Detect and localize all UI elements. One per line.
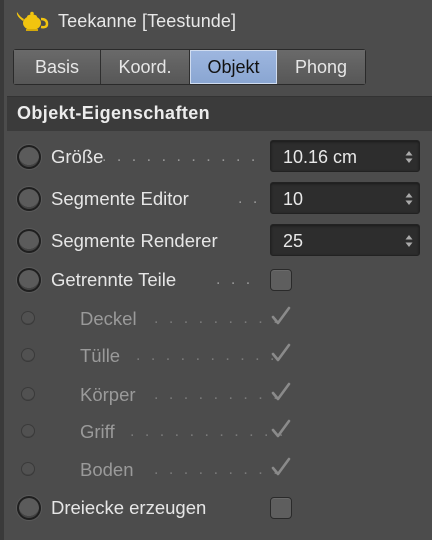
leader-dots: . . . . . . . . . <box>154 310 281 327</box>
tab-phong[interactable]: Phong <box>277 50 365 84</box>
label-getrennte-teile: Getrennte Teile <box>51 269 177 290</box>
label-boden: Boden <box>80 459 134 480</box>
animate-radio-deckel[interactable] <box>21 311 35 325</box>
panel-left-edge <box>0 0 4 540</box>
animate-radio-segmente-renderer[interactable] <box>17 229 41 253</box>
label-groesse: Größe <box>51 146 104 167</box>
row-segmente-editor: Segmente Editor . . 10 <box>14 181 424 217</box>
label-segmente-editor: Segmente Editor <box>51 188 189 209</box>
leader-dots: . . . . . . . . . . . <box>102 148 259 165</box>
row-getrennte-teile: Getrennte Teile . . . <box>14 262 424 298</box>
tuelle-checkmark-icon[interactable] <box>270 342 292 364</box>
stepper-icon[interactable] <box>405 150 413 164</box>
animate-radio-dreiecke-erzeugen[interactable] <box>17 496 41 520</box>
row-koerper: Körper . . . . . . . . . <box>14 377 424 413</box>
label-deckel: Deckel <box>80 308 137 329</box>
leader-dots: . . . . . . . . . <box>154 461 281 478</box>
segmente-renderer-value: 25 <box>283 231 304 251</box>
row-boden: Boden . . . . . . . . . <box>14 452 424 488</box>
attribute-header: Teekanne [Teestunde] <box>14 6 236 36</box>
segmente-editor-field[interactable]: 10 <box>270 182 420 214</box>
row-groesse: Größe . . . . . . . . . . . 10.16 cm <box>14 139 424 175</box>
label-koerper: Körper <box>80 384 136 405</box>
stepper-icon[interactable] <box>405 192 413 206</box>
animate-radio-koerper[interactable] <box>21 387 35 401</box>
animate-radio-boden[interactable] <box>21 462 35 476</box>
getrennte-teile-checkbox[interactable] <box>270 269 292 291</box>
row-tuelle: Tülle . . . . . . . . . . <box>14 338 424 374</box>
segmente-editor-value: 10 <box>283 189 304 209</box>
tab-bar: Basis Koord. Objekt Phong <box>13 49 366 85</box>
animate-radio-segmente-editor[interactable] <box>17 187 41 211</box>
leader-dots: . . . . . . . . . . . <box>130 423 287 440</box>
segmente-renderer-field[interactable]: 25 <box>270 224 420 256</box>
label-tuelle: Tülle <box>80 345 121 366</box>
label-griff: Griff <box>80 421 115 442</box>
leader-dots: . . . . . . . . . <box>154 386 281 403</box>
animate-radio-groesse[interactable] <box>17 145 41 169</box>
koerper-checkmark-icon[interactable] <box>270 381 292 403</box>
section-header: Objekt-Eigenschaften <box>7 96 432 131</box>
tab-basis[interactable]: Basis <box>14 50 101 84</box>
stepper-icon[interactable] <box>405 234 413 248</box>
groesse-field[interactable]: 10.16 cm <box>270 140 420 172</box>
dreiecke-erzeugen-checkbox[interactable] <box>270 497 292 519</box>
leader-dots: . . . <box>216 271 254 288</box>
griff-checkmark-icon[interactable] <box>270 418 292 440</box>
teapot-icon <box>16 11 49 31</box>
label-segmente-renderer: Segmente Renderer <box>51 230 218 251</box>
row-dreiecke-erzeugen: Dreiecke erzeugen <box>14 490 424 526</box>
object-title: Teekanne [Teestunde] <box>58 10 237 31</box>
animate-radio-getrennte-teile[interactable] <box>17 268 41 292</box>
tab-koord[interactable]: Koord. <box>101 50 190 84</box>
leader-dots: . . . . . . . . . . <box>136 347 278 364</box>
row-griff: Griff . . . . . . . . . . . <box>14 414 424 450</box>
animate-radio-griff[interactable] <box>21 424 35 438</box>
tab-objekt[interactable]: Objekt <box>190 50 277 84</box>
deckel-checkmark-icon[interactable] <box>270 305 292 327</box>
animate-radio-tuelle[interactable] <box>21 348 35 362</box>
row-segmente-renderer: Segmente Renderer 25 <box>14 223 424 259</box>
section-title: Objekt-Eigenschaften <box>17 103 211 123</box>
groesse-value: 10.16 cm <box>283 147 358 167</box>
row-deckel: Deckel . . . . . . . . . <box>14 301 424 337</box>
leader-dots: . . <box>238 190 261 207</box>
boden-checkmark-icon[interactable] <box>270 456 292 478</box>
label-dreiecke-erzeugen: Dreiecke erzeugen <box>51 497 207 518</box>
